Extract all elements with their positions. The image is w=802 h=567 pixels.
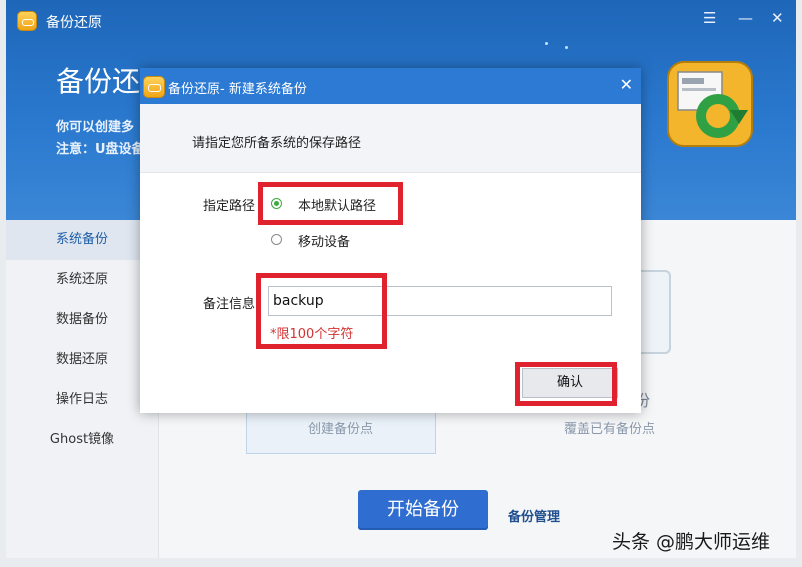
backup-manage-link[interactable]: 备份管理 <box>508 506 560 525</box>
app-logo-icon <box>17 11 37 31</box>
dialog-prompt: 请指定您所备系统的保存路径 <box>192 136 362 151</box>
close-button[interactable]: ✕ <box>771 9 784 27</box>
sidebar-item-system-restore[interactable]: 系统还原 <box>6 260 158 300</box>
sidebar-item-data-backup[interactable]: 数据备份 <box>6 300 158 340</box>
sidebar-item-system-backup[interactable]: 系统备份 <box>6 220 158 260</box>
option-removable-device[interactable]: 移动设备 <box>298 231 350 250</box>
dialog-title: 备份还原- 新建系统备份 <box>168 82 307 97</box>
overwrite-backup-label[interactable]: 覆盖已有备份点 <box>564 418 655 437</box>
window-title: 备份还原 <box>46 15 102 31</box>
radio-removable-device[interactable] <box>271 234 282 245</box>
dialog-titlebar: 备份还原- 新建系统备份 ✕ <box>140 68 641 104</box>
sparkle-decoration <box>541 40 571 50</box>
highlight-box-confirm <box>515 362 617 406</box>
menu-icon[interactable]: ☰ <box>703 9 716 27</box>
watermark-text: 头条 @鹏大师运维 <box>612 531 771 553</box>
note-label: 备注信息 <box>203 297 256 312</box>
path-label: 指定路径 <box>203 199 256 214</box>
highlight-box-note-input <box>256 273 387 349</box>
sidebar-item-data-restore[interactable]: 数据还原 <box>6 340 158 380</box>
minimize-button[interactable]: — <box>738 9 753 27</box>
start-backup-button[interactable]: 开始备份 <box>358 490 488 530</box>
sidebar-item-operation-log[interactable]: 操作日志 <box>6 380 158 420</box>
backup-product-icon <box>667 61 753 147</box>
header-description: 你可以创建多 <box>56 120 135 135</box>
header-note: 注意：U盘设备 <box>56 142 145 157</box>
page-title: 备份还 <box>56 65 141 98</box>
app-logo-icon <box>143 76 165 98</box>
sidebar: 系统备份 系统还原 数据备份 数据还原 操作日志 Ghost镜像 <box>6 220 159 558</box>
sidebar-item-ghost-image[interactable]: Ghost镜像 <box>6 420 158 460</box>
create-backup-label: 创建备份点 <box>308 422 374 437</box>
dialog-close-icon[interactable]: ✕ <box>620 75 633 94</box>
highlight-box-path-option <box>258 182 403 225</box>
